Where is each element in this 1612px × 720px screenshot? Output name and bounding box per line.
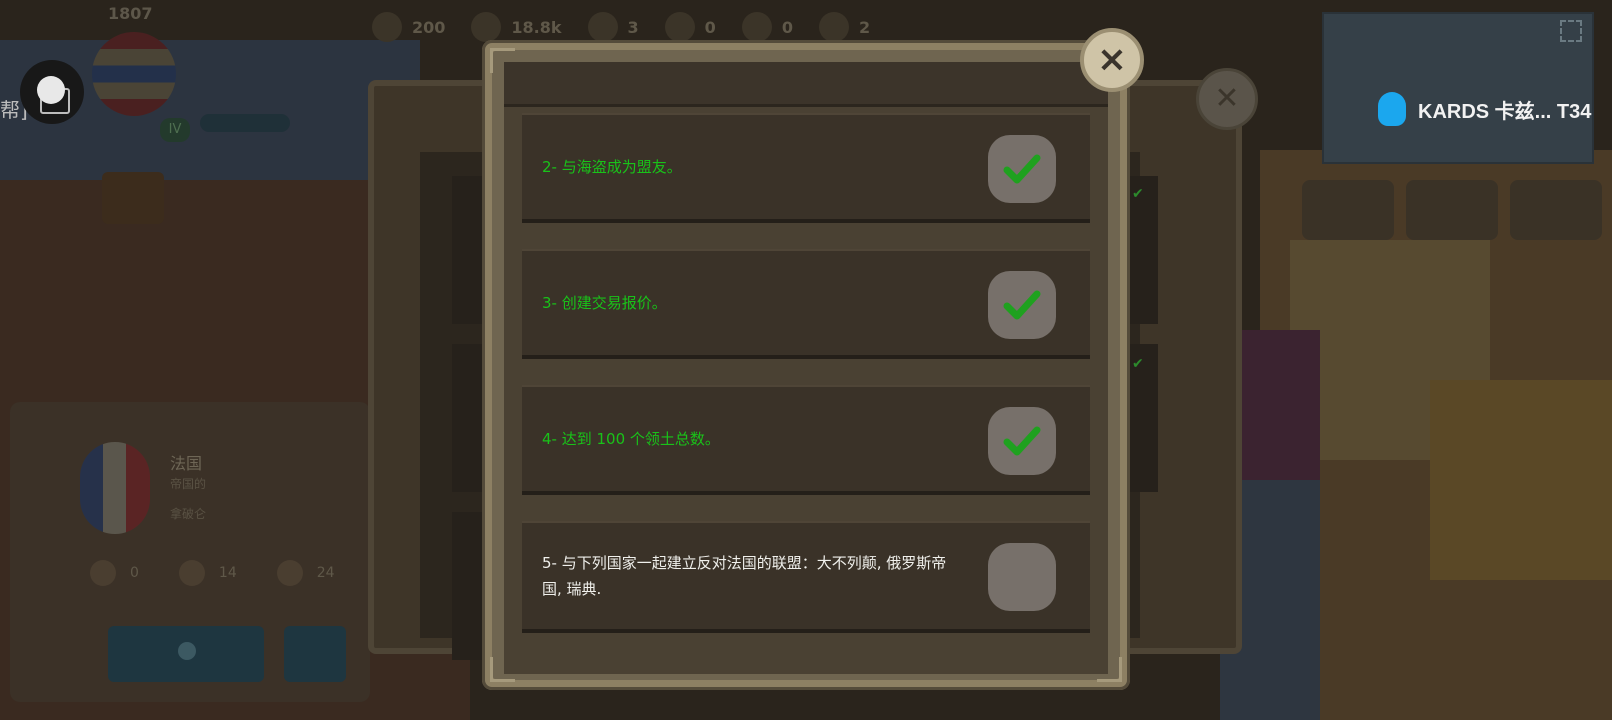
frame-corner <box>490 657 515 682</box>
country-flag <box>80 442 150 534</box>
task-label: 2- 与海盗成为盟友。 <box>542 158 682 176</box>
info-icon <box>178 642 196 660</box>
side-tabs <box>1302 180 1602 240</box>
country-stats: 0 14 24 <box>90 560 335 586</box>
country-info-button[interactable] <box>108 626 264 682</box>
navy-icon <box>664 12 695 42</box>
expand-icon[interactable] <box>1560 20 1582 42</box>
task-row: 5- 与下列国家一起建立反对法国的联盟：大不列颠, 俄罗斯帝国, 瑞典. <box>522 521 1090 633</box>
resource-navy[interactable]: 0 <box>664 12 716 42</box>
task-label: 3- 创建交易报价。 <box>542 294 667 312</box>
resource-value: 0 <box>781 17 793 37</box>
resource-value: 200 <box>412 17 446 37</box>
player-flag-avatar[interactable] <box>92 32 176 116</box>
resource-prestige[interactable]: 0 <box>741 12 793 42</box>
stat-value: 0 <box>130 565 139 581</box>
country-name: 法国 <box>170 454 203 473</box>
task-list: 2- 与海盗成为盟友。 3- 创建交易报价。 4- 达到 100 个领土总数。 5- … <box>522 113 1092 659</box>
year-label: 1807 <box>108 4 153 23</box>
sword-icon <box>178 560 205 586</box>
check-icon: ✔ <box>1132 356 1144 372</box>
background-close-icon[interactable]: ✕ <box>1196 68 1258 130</box>
check-icon: ✔ <box>1132 186 1144 202</box>
frame-corner <box>490 48 515 73</box>
task-checkbox <box>988 135 1056 203</box>
land-region <box>1430 380 1612 580</box>
country-government: 帝国的 <box>170 477 207 491</box>
resource-army[interactable]: 3 <box>587 12 639 42</box>
nation-name-badge <box>200 114 290 132</box>
stat-military: 14 <box>178 560 237 586</box>
crown-icon <box>741 12 772 42</box>
qq-notification-text: KARDS 卡兹... T34 <box>1418 100 1592 123</box>
task-row: 3- 创建交易报价。 <box>522 249 1090 359</box>
stat-power: 24 <box>276 560 335 586</box>
task-checkbox <box>988 543 1056 611</box>
resource-value: 0 <box>704 17 716 37</box>
resource-population[interactable]: 18.8k <box>471 12 562 42</box>
checkmark-icon <box>1003 290 1041 320</box>
task-label: 5- 与下列国家一起建立反对法国的联盟：大不列颠, 俄罗斯帝国, 瑞典. <box>542 554 947 598</box>
country-leader: 拿破仑 <box>170 507 207 521</box>
task-row: 4- 达到 100 个领土总数。 <box>522 385 1090 495</box>
globe-tab[interactable] <box>1406 180 1498 240</box>
qq-notification[interactable]: KARDS 卡兹... T34 <box>1378 92 1591 126</box>
task-row: 2- 与海盗成为盟友。 <box>522 113 1090 223</box>
close-button[interactable]: × <box>1080 28 1144 92</box>
task-checkbox <box>988 407 1056 475</box>
checkmark-icon <box>1003 154 1041 184</box>
resource-bar: 200 18.8k 3 0 0 2 <box>372 12 870 42</box>
floating-assist-dot[interactable] <box>37 76 65 104</box>
resource-value: 18.8k <box>511 17 562 37</box>
country-action-button[interactable] <box>284 626 346 682</box>
resource-value: 3 <box>627 17 639 37</box>
inventory-button[interactable] <box>102 172 164 224</box>
checkmark-icon <box>1003 426 1041 456</box>
task-checkbox <box>988 271 1056 339</box>
population-icon <box>471 12 502 42</box>
stat-value: 24 <box>316 565 335 581</box>
modal-header-bar <box>504 62 1108 107</box>
resource-value: 2 <box>858 17 871 37</box>
stat-value: 14 <box>218 565 237 581</box>
lightning-icon <box>276 560 303 586</box>
qq-penguin-icon <box>1378 92 1406 126</box>
sword-tab[interactable] <box>1302 180 1394 240</box>
level-badge: IV <box>160 118 190 142</box>
scroll-icon <box>818 12 849 42</box>
diamond-tab[interactable] <box>1510 180 1602 240</box>
resource-gold[interactable]: 200 <box>372 12 445 42</box>
angry-face-icon <box>90 560 116 586</box>
gold-icon <box>372 12 402 42</box>
resource-missions[interactable]: 2 <box>818 12 871 42</box>
minimap[interactable] <box>1322 12 1594 164</box>
close-icon: × <box>1096 39 1128 80</box>
stat-unrest: 0 <box>90 560 139 586</box>
army-icon <box>587 12 618 42</box>
frame-corner <box>1097 657 1122 682</box>
task-label: 4- 达到 100 个领土总数。 <box>542 430 720 448</box>
